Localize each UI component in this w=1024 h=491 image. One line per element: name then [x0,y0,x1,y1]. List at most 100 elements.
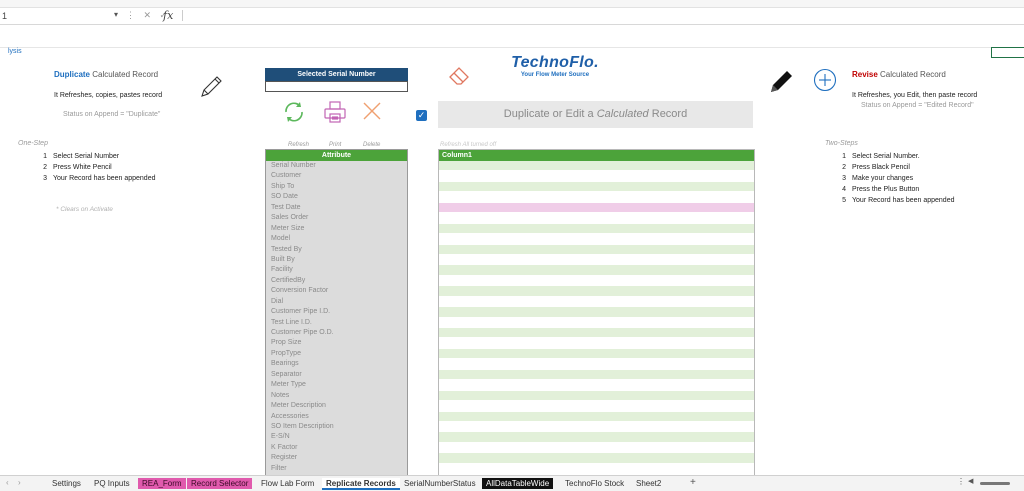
attribute-row[interactable]: Filter [266,464,407,474]
column1-row[interactable] [439,432,754,443]
attribute-row[interactable]: Customer Pipe O.D. [266,328,407,338]
attribute-row[interactable]: Meter Size [266,224,407,234]
column1-row[interactable] [439,286,754,297]
column1-row[interactable] [439,265,754,276]
attribute-row[interactable]: Separator [266,370,407,380]
column1-row[interactable] [439,171,754,182]
attribute-row[interactable]: Built By [266,255,407,265]
attribute-row[interactable]: PropType [266,349,407,359]
attribute-row[interactable]: Dial [266,297,407,307]
column1-row[interactable] [439,453,754,464]
attribute-row[interactable]: Customer Pipe I.D. [266,307,407,317]
sheet-tab[interactable]: Record Selector [187,478,253,489]
column1-row[interactable] [439,244,754,255]
attribute-row[interactable]: Prop Size [266,338,407,348]
duplicate-or-edit-button[interactable]: Duplicate or Edit a Calculated Record [438,101,753,128]
sheet-tab[interactable]: Sheet2 [632,478,665,489]
column1-row[interactable] [439,401,754,412]
column1-row[interactable] [439,161,754,172]
column1-row[interactable] [439,328,754,339]
attribute-row[interactable]: Bearings [266,359,407,369]
delete-icon[interactable] [361,100,383,122]
name-box[interactable]: 1 [2,11,7,21]
attribute-row[interactable]: Meter Description [266,401,407,411]
white-pencil-icon[interactable] [198,74,224,100]
attribute-row[interactable]: Serial Number [266,161,407,171]
attribute-row[interactable]: Customer [266,171,407,181]
attribute-row[interactable]: Test Date [266,203,407,213]
column1-row[interactable] [439,213,754,224]
sheet-tab[interactable]: Settings [48,478,85,489]
column1-row[interactable] [439,307,754,318]
serial-number-input[interactable] [265,81,408,92]
column1-header[interactable]: Column1 [439,150,754,161]
sheet-tab[interactable]: TechnoFlo Stock [561,478,628,489]
sheet-tab[interactable]: PQ Inputs [90,478,134,489]
attribute-row[interactable]: E-S/N [266,432,407,442]
column1-row[interactable] [439,359,754,370]
step-item: 2 Press Black Pencil [842,164,910,171]
column1-row[interactable] [439,296,754,308]
print-icon[interactable] [322,99,348,125]
column1-row[interactable] [439,192,754,203]
column1-row[interactable] [439,223,754,235]
attribute-row[interactable]: Register [266,453,407,463]
plus-button-icon[interactable] [813,68,837,92]
step-item: 3 Your Record has been appended [43,175,156,182]
attribute-row[interactable]: Tested By [266,245,407,255]
column1-row[interactable] [439,369,754,381]
sheet-tab[interactable]: Replicate Records [322,478,400,490]
sheet-tab-bar: ‹ › Settings PQ Inputs REA_Form Record Sele… [0,475,1024,491]
black-pencil-icon[interactable] [768,67,796,95]
column1-row[interactable] [439,338,754,349]
column1-row[interactable] [439,181,754,193]
formula-input[interactable] [182,10,1023,21]
eraser-icon[interactable] [447,64,471,86]
attribute-header[interactable]: Attribute [266,150,407,161]
attribute-row[interactable]: Meter Type [266,380,407,390]
sheet-tab[interactable]: SerialNumberStatus [400,478,480,489]
sheet-tab[interactable]: Flow Lab Form [257,478,318,489]
two-steps-list: 1 Select Serial Number. 2 Press Black Penc… [832,151,954,206]
attribute-row[interactable]: Ship To [266,182,407,192]
attribute-row[interactable]: Notes [266,391,407,401]
column1-row[interactable] [439,317,754,328]
sheet-tab[interactable]: AllDataTableWide [482,478,554,489]
column1-row[interactable] [439,411,754,422]
sheet-tab[interactable]: REA_Form [138,478,186,489]
chevron-down-icon[interactable]: ▾ [114,10,118,19]
attribute-row[interactable]: Sales Order [266,213,407,223]
horizontal-scrollbar[interactable] [980,482,1010,485]
column1-row[interactable] [439,254,754,266]
refresh-all-checkbox[interactable]: ✓ [416,110,427,121]
refresh-icon[interactable] [281,99,307,125]
add-sheet-button[interactable]: + [690,477,696,488]
column1-row[interactable] [439,275,754,287]
column1-row[interactable] [439,390,754,402]
scroll-left-icon[interactable]: ‹ [6,478,9,487]
technoflo-logo: TechnoFlo. Your Flow Meter Source [500,54,610,78]
attribute-row[interactable]: Test Line I.D. [266,318,407,328]
more-icon[interactable]: ⋮ [957,477,965,486]
column1-row[interactable] [439,421,754,433]
column1-row[interactable] [439,442,754,454]
attribute-row[interactable]: Accessories [266,412,407,422]
delete-label: Delete [363,142,381,148]
column1-row[interactable] [439,380,754,391]
selected-cell[interactable] [991,47,1024,58]
column1-row[interactable] [439,463,754,475]
attribute-row[interactable]: SO Date [266,192,407,202]
column1-row[interactable] [439,234,754,245]
attribute-row[interactable]: Conversion Factor [266,286,407,296]
hscroll-left-icon[interactable]: ◀ [968,477,973,485]
column1-row[interactable] [439,348,754,360]
attribute-row[interactable]: SO Item Description [266,422,407,432]
fx-icon[interactable]: fx [163,9,173,22]
scroll-right-icon[interactable]: › [18,478,21,487]
attribute-row[interactable]: Model [266,234,407,244]
column1-row[interactable] [439,202,754,214]
step-item: 1 Select Serial Number [43,153,120,160]
attribute-row[interactable]: Facility [266,265,407,275]
attribute-row[interactable]: K Factor [266,443,407,453]
attribute-row[interactable]: CertifiedBy [266,276,407,286]
